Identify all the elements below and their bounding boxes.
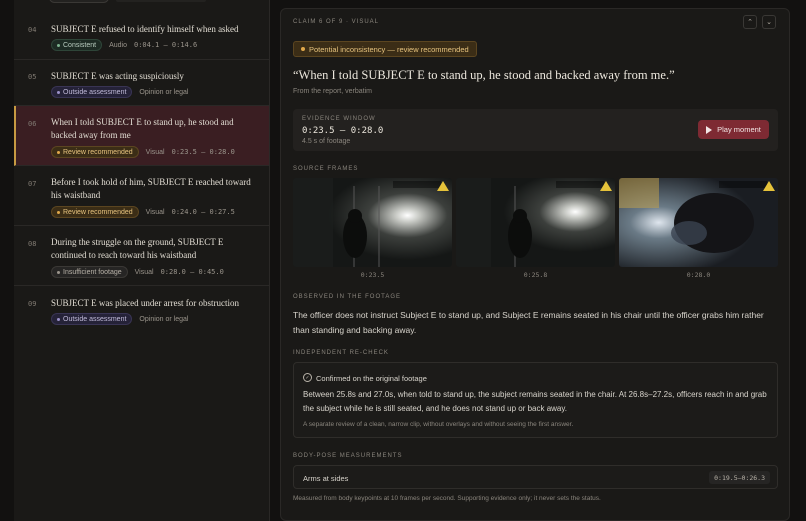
claim-kind: Opinion or legal	[139, 88, 189, 96]
claim-number: 05	[28, 73, 37, 81]
warning-badge: Potential inconsistency — review recomme…	[293, 41, 477, 57]
claim-text: When I told SUBJECT E to stand up, he st…	[51, 117, 234, 140]
claim-item-06-selected[interactable]: 06 When I told SUBJECT E to stand up, he…	[14, 106, 269, 166]
claim-number: 04	[28, 26, 37, 34]
recheck-note: A separate review of a clean, narrow cli…	[303, 421, 574, 428]
observed-text: The officer does not instruct Subject E …	[293, 310, 764, 335]
status-dot-icon	[57, 43, 60, 47]
status-badge: Review recommended	[51, 146, 139, 158]
claim-quote: “When I told SUBJECT E to stand up, he s…	[293, 68, 675, 82]
claim-item-05[interactable]: 05 SUBJECT E was acting suspiciously Out…	[14, 60, 269, 106]
claim-item-09[interactable]: 09 SUBJECT E was placed under arrest for…	[14, 286, 269, 332]
status-badge: Outside assessment	[51, 86, 133, 98]
source-frame-3[interactable]	[619, 178, 778, 267]
evidence-window: EVIDENCE WINDOW 0:23.5 – 0:28.0 4.5 s of…	[293, 109, 778, 151]
claim-text: Before I took hold of him, SUBJECT E rea…	[51, 177, 251, 200]
claim-number: 09	[28, 300, 37, 308]
pose-measurement-row[interactable]: Arms at sides 0:19.5–0:26.3	[293, 465, 778, 489]
status-dot-icon	[57, 210, 60, 214]
status-badge: Review recommended	[51, 206, 139, 218]
pose-note: Measured from body keypoints at 10 frame…	[293, 495, 601, 502]
claim-item-08[interactable]: 08 During the struggle on the ground, SU…	[14, 226, 269, 286]
observed-caption: OBSERVED IN THE FOOTAGE	[293, 294, 402, 300]
claim-header: CLAIM 6 OF 9 · VISUAL	[293, 19, 380, 25]
scrolled-badge	[49, 0, 109, 3]
warning-dot-icon	[301, 47, 305, 51]
evidence-caption: EVIDENCE WINDOW	[302, 116, 376, 122]
claim-item-04[interactable]: 04 SUBJECT E refused to identify himself…	[14, 12, 269, 60]
play-icon	[706, 125, 713, 134]
chevron-down-icon: ⌄	[766, 19, 772, 26]
claim-number: 06	[28, 120, 37, 128]
claim-kind: Visual	[145, 148, 165, 156]
status-badge: Consistent	[51, 39, 103, 51]
pose-caption: BODY-POSE MEASUREMENTS	[293, 453, 403, 459]
claim-text: SUBJECT E was placed under arrest for ob…	[51, 298, 240, 308]
claim-number: 07	[28, 180, 37, 188]
check-circle-icon: ✓	[303, 373, 312, 382]
status-dot-icon	[57, 150, 60, 154]
next-claim-button[interactable]: ⌄	[762, 15, 776, 29]
source-frame-1[interactable]	[293, 178, 452, 267]
claim-kind: Audio	[109, 41, 127, 49]
claim-kind: Visual	[145, 208, 165, 216]
source-frame-2[interactable]	[456, 178, 615, 267]
quote-source: From the report, verbatim	[293, 88, 372, 95]
recheck-card: ✓ Confirmed on the original footage Betw…	[293, 362, 778, 438]
evidence-duration: 4.5 s of footage	[302, 138, 351, 145]
status-badge: Outside assessment	[51, 313, 133, 325]
status-dot-icon	[57, 90, 60, 94]
claim-range: 0:04.1 – 0:14.6	[133, 41, 198, 49]
play-moment-button[interactable]: Play moment	[698, 120, 769, 139]
frame-time-1: 0:23.5	[360, 271, 385, 279]
source-frames-caption: SOURCE FRAMES	[293, 166, 359, 172]
claim-kind: Visual	[134, 268, 154, 276]
status-badge: Insufficient footage	[51, 266, 128, 278]
scrolled-meta	[116, 0, 206, 2]
claim-number: 08	[28, 240, 37, 248]
previous-claim-button[interactable]: ⌃	[743, 15, 757, 29]
recheck-body: Between 25.8s and 27.0s, when told to st…	[303, 390, 767, 413]
recheck-caption: INDEPENDENT RE-CHECK	[293, 350, 389, 356]
pose-label: Arms at sides	[303, 474, 349, 483]
claim-item-07[interactable]: 07 Before I took hold of him, SUBJECT E …	[14, 166, 269, 226]
claim-text: SUBJECT E was acting suspiciously	[51, 71, 184, 81]
claim-text: SUBJECT E refused to identify himself wh…	[51, 24, 239, 34]
claims-list: 04 SUBJECT E refused to identify himself…	[14, 0, 270, 521]
claim-kind: Opinion or legal	[139, 315, 189, 323]
pose-range: 0:19.5–0:26.3	[709, 471, 770, 484]
status-dot-icon	[57, 317, 60, 321]
claim-text: During the struggle on the ground, SUBJE…	[51, 237, 224, 260]
frame-time-3: 0:28.0	[686, 271, 711, 279]
claim-range: 0:23.5 – 0:28.0	[171, 148, 235, 156]
evidence-range: 0:23.5 – 0:28.0	[302, 126, 384, 136]
frame-time-2: 0:25.8	[523, 271, 548, 279]
chevron-up-icon: ⌃	[747, 19, 753, 26]
claim-detail-panel: CLAIM 6 OF 9 · VISUAL ⌃ ⌄ Potential inco…	[280, 8, 790, 521]
claim-range: 0:24.0 – 0:27.5	[171, 208, 235, 216]
recheck-title: Confirmed on the original footage	[316, 374, 427, 383]
claim-range: 0:28.0 – 0:45.0	[160, 268, 224, 276]
status-dot-icon	[57, 270, 60, 274]
